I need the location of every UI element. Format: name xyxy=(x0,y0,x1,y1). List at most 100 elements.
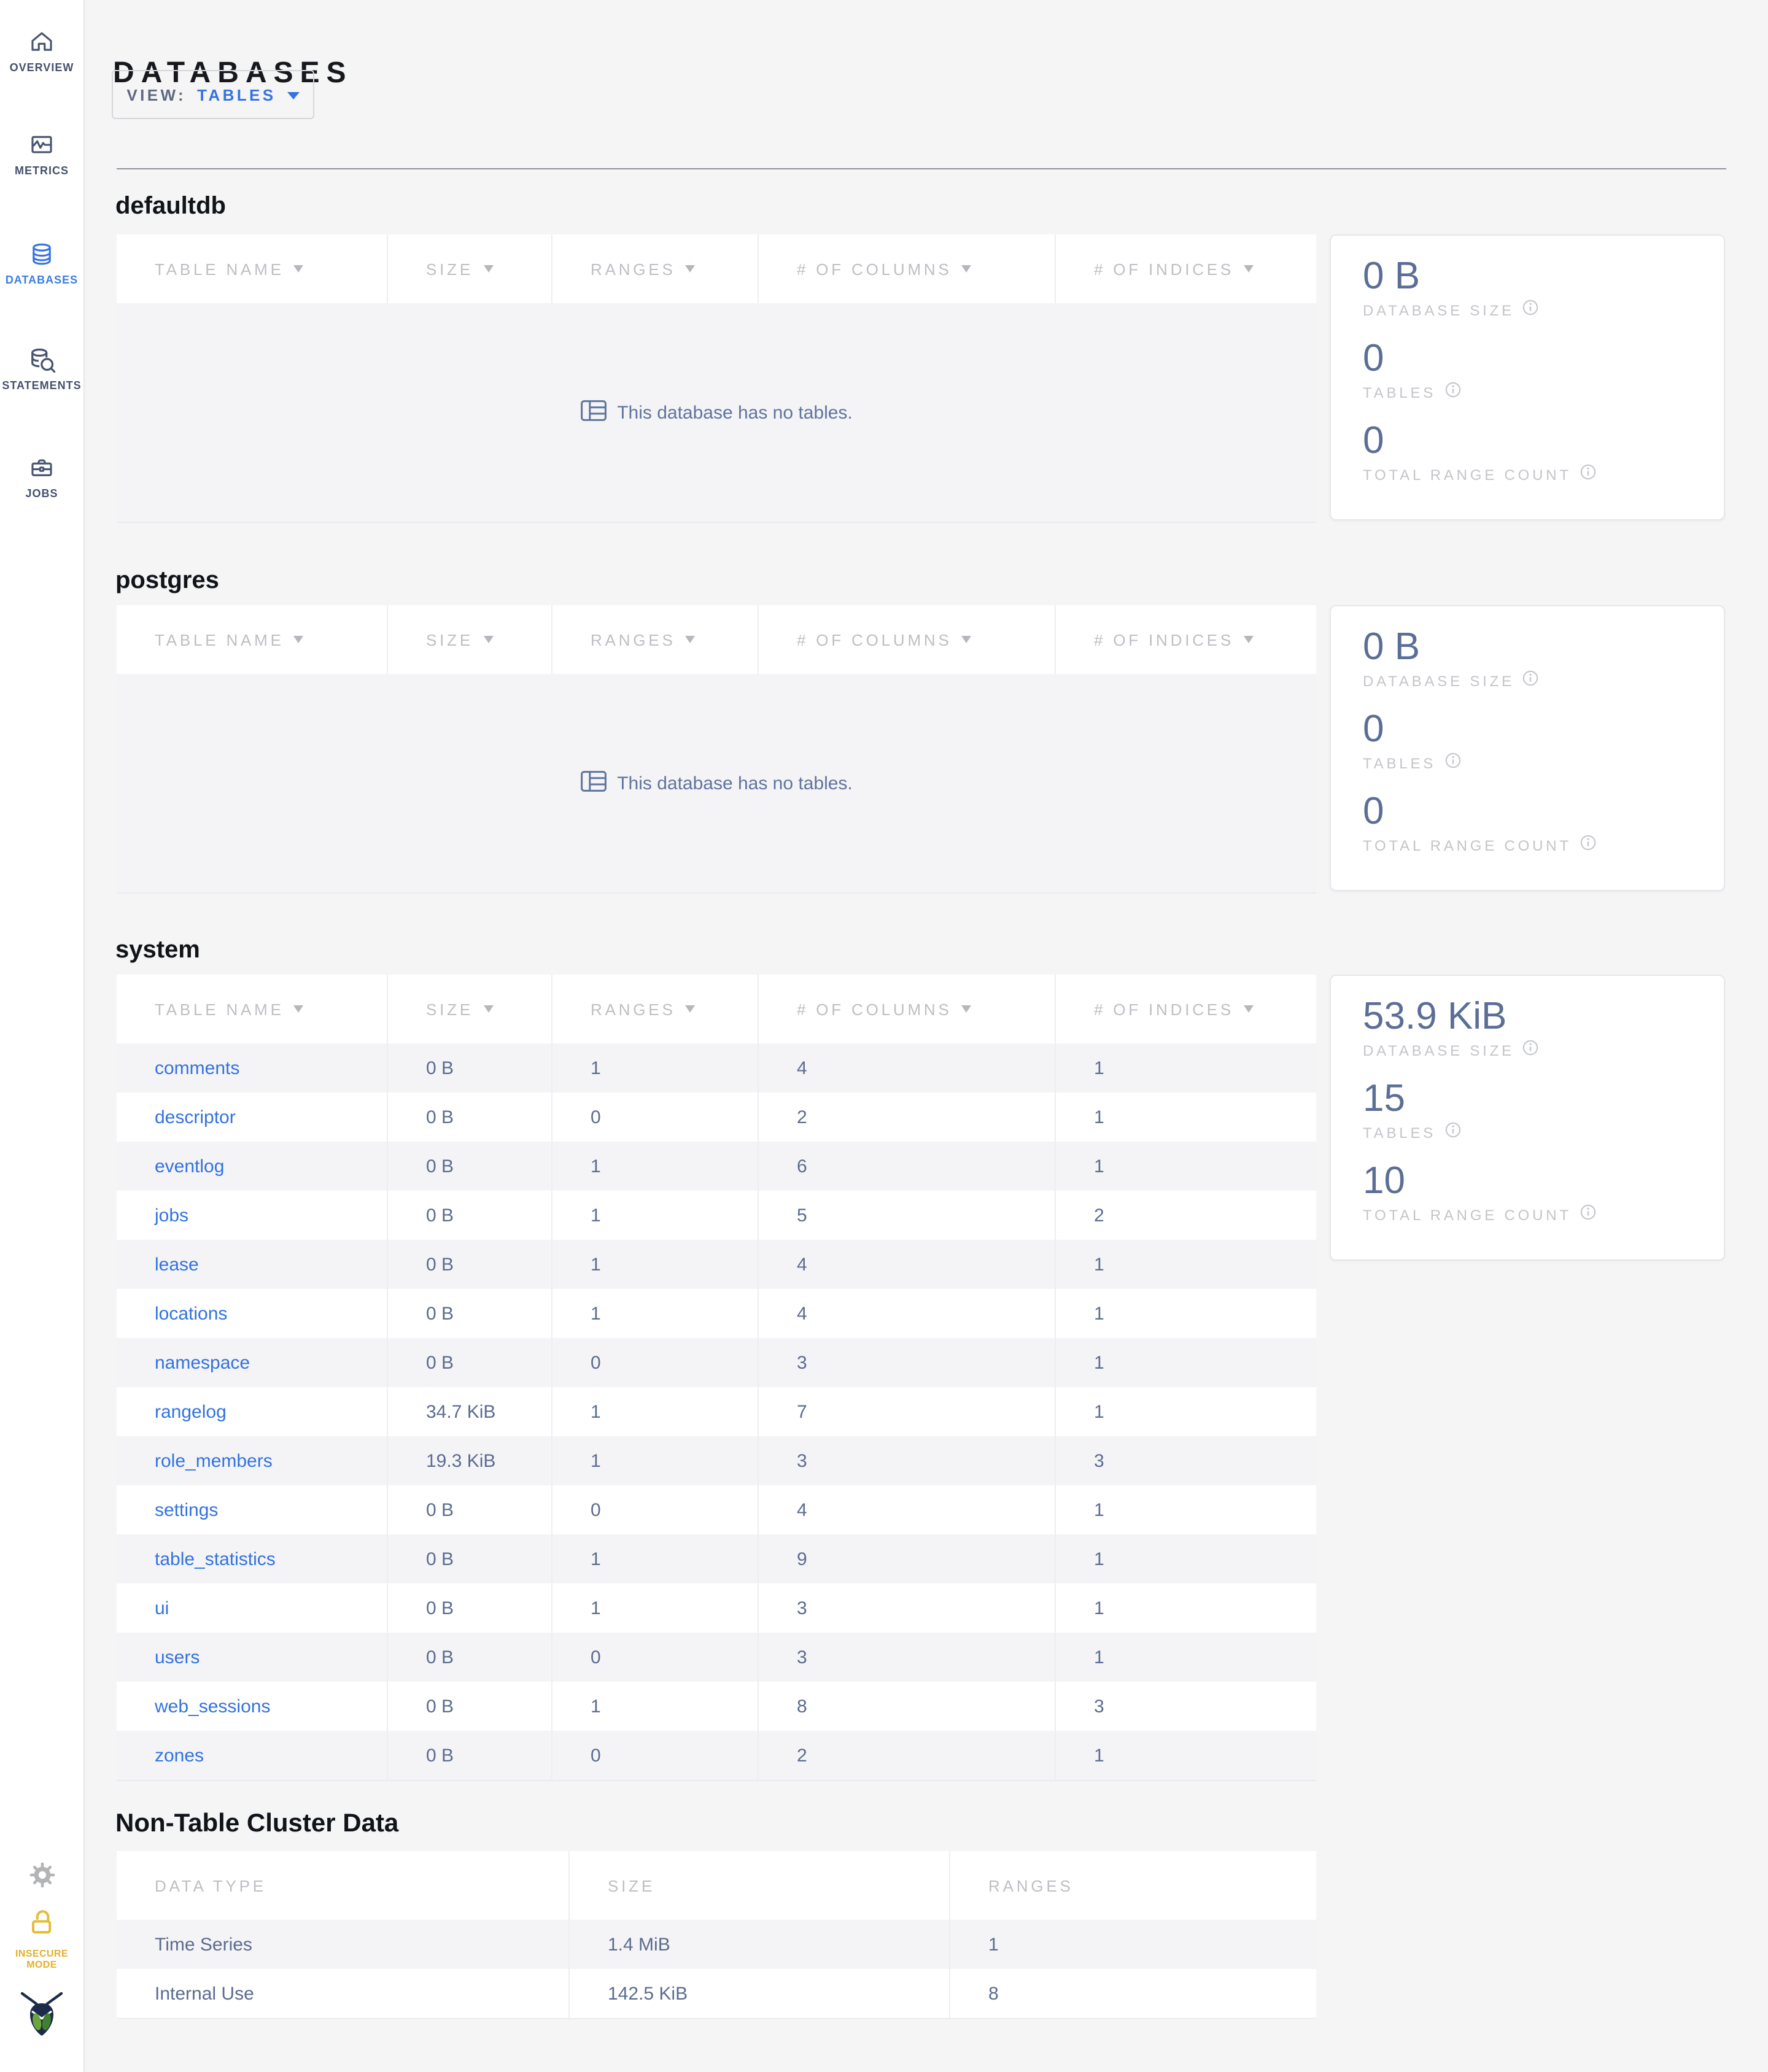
table-name-link[interactable]: comments xyxy=(155,1057,239,1078)
cell-of-columns: 3 xyxy=(758,1583,1055,1633)
table-name-link[interactable]: settings xyxy=(155,1499,218,1520)
column-header-size[interactable]: SIZE xyxy=(387,234,551,303)
cell-table-name: settings xyxy=(117,1485,387,1534)
metrics-icon xyxy=(28,130,55,160)
stat-value: 0 xyxy=(1363,336,1384,379)
info-icon[interactable] xyxy=(1444,382,1460,403)
non-table-cluster-table: DATA TYPE SIZE RANGES Time Series 1.4 MiB 1 In… xyxy=(117,1851,1316,2019)
table-name-link[interactable]: web_sessions xyxy=(155,1696,270,1717)
stat-label-text: TABLES xyxy=(1363,384,1436,401)
cell-ranges: 1 xyxy=(551,1583,758,1633)
cell-of-columns: 4 xyxy=(758,1289,1055,1338)
stat-label: DATABASE SIZE xyxy=(1363,1040,1692,1061)
column-header-label: # OF INDICES xyxy=(1094,1000,1235,1018)
cell-of-indices: 1 xyxy=(1055,1633,1316,1682)
cell-table-name: web_sessions xyxy=(117,1682,387,1731)
column-header-of-columns[interactable]: # OF COLUMNS xyxy=(758,975,1055,1043)
sidebar-item-statements[interactable]: STATEMENTS xyxy=(0,345,83,392)
table-name-link[interactable]: table_statistics xyxy=(155,1548,276,1569)
table-name-link[interactable]: descriptor xyxy=(155,1107,236,1127)
table-name-link[interactable]: users xyxy=(155,1647,200,1668)
column-header-table-name[interactable]: TABLE NAME xyxy=(117,975,387,1043)
sidebar-item-label: JOBS xyxy=(25,487,58,500)
sort-caret-icon xyxy=(961,1005,972,1013)
column-header-size[interactable]: SIZE xyxy=(387,605,551,674)
insecure-mode-lock-icon[interactable] xyxy=(0,1908,83,1937)
stat-label: TABLES xyxy=(1363,1122,1692,1143)
cell-ranges: 1 xyxy=(551,1289,758,1338)
table-name-link[interactable]: eventlog xyxy=(155,1156,224,1177)
info-icon[interactable] xyxy=(1580,1204,1596,1225)
column-header-label: # OF COLUMNS xyxy=(797,260,952,278)
info-icon[interactable] xyxy=(1444,1122,1460,1143)
empty-state-message: This database has no tables. xyxy=(617,773,853,794)
column-header-of-indices[interactable]: # OF INDICES xyxy=(1055,234,1316,303)
info-icon[interactable] xyxy=(1444,752,1460,773)
info-icon[interactable] xyxy=(1523,1040,1539,1061)
cell-data-type: Internal Use xyxy=(155,1983,254,2004)
column-header-table-name[interactable]: TABLE NAME xyxy=(117,605,387,674)
cell-of-indices: 1 xyxy=(1055,1485,1316,1534)
table-name-link[interactable]: zones xyxy=(155,1745,204,1766)
sidebar-item-overview[interactable]: OVERVIEW xyxy=(0,27,83,74)
stat-value: 0 B xyxy=(1363,625,1421,668)
table-name-link[interactable]: rangelog xyxy=(155,1401,227,1422)
stat-label: TOTAL RANGE COUNT xyxy=(1363,835,1692,856)
table-row: role_members 19.3 KiB 1 3 3 xyxy=(117,1436,1316,1485)
cell-size: 34.7 KiB xyxy=(387,1387,551,1436)
cell-size: 0 B xyxy=(387,1731,551,1780)
cell-of-indices: 1 xyxy=(1055,1240,1316,1289)
column-header-ranges[interactable]: RANGES xyxy=(551,234,758,303)
sidebar-item-metrics[interactable]: METRICS xyxy=(0,130,83,177)
jobs-icon xyxy=(28,453,55,482)
stat-total-range-count: 0 TOTAL RANGE COUNT xyxy=(1363,419,1692,485)
cell-of-columns: 7 xyxy=(758,1387,1055,1436)
table-name-link[interactable]: locations xyxy=(155,1303,227,1324)
table-name-link[interactable]: namespace xyxy=(155,1352,250,1373)
column-header-label: TABLE NAME xyxy=(155,260,284,278)
info-icon[interactable] xyxy=(1580,464,1596,485)
table-row: locations 0 B141 xyxy=(117,1289,1316,1338)
table-row: lease 0 B141 xyxy=(117,1240,1316,1289)
cell-size: 0 B xyxy=(387,1682,551,1731)
stat-label: TOTAL RANGE COUNT xyxy=(1363,1204,1692,1225)
table-name-link[interactable]: lease xyxy=(155,1254,199,1275)
sort-caret-icon xyxy=(293,265,304,273)
sidebar-item-jobs[interactable]: JOBS xyxy=(0,453,83,500)
cell-size: 0 B xyxy=(387,1633,551,1682)
column-header-size[interactable]: SIZE xyxy=(387,975,551,1043)
column-header-of-indices[interactable]: # OF INDICES xyxy=(1055,605,1316,674)
view-dropdown-value: TABLES xyxy=(197,85,276,104)
column-header-ranges[interactable]: RANGES xyxy=(551,975,758,1043)
table-row: descriptor 0 B021 xyxy=(117,1092,1316,1142)
table-name-link[interactable]: role_members xyxy=(155,1450,273,1471)
column-header-table-name[interactable]: TABLE NAME xyxy=(117,234,387,303)
info-icon[interactable] xyxy=(1580,835,1596,856)
column-header-label: # OF COLUMNS xyxy=(797,1000,952,1018)
table-name-link[interactable]: ui xyxy=(155,1598,169,1618)
stat-value: 0 xyxy=(1363,707,1384,750)
column-header-of-columns[interactable]: # OF COLUMNS xyxy=(758,605,1055,674)
cell-of-indices: 1 xyxy=(1055,1092,1316,1142)
sidebar: OVERVIEW METRICS DATABASES STATEMENTS JOBS xyxy=(0,0,85,2072)
column-header-of-columns[interactable]: # OF COLUMNS xyxy=(758,234,1055,303)
cell-ranges: 0 xyxy=(551,1485,758,1534)
stat-label-text: DATABASE SIZE xyxy=(1363,1042,1514,1059)
column-header-ranges[interactable]: RANGES xyxy=(551,605,758,674)
cell-of-indices: 3 xyxy=(1055,1682,1316,1731)
view-dropdown-label: VIEW: xyxy=(126,85,187,104)
sidebar-item-databases[interactable]: DATABASES xyxy=(0,239,83,286)
settings-gear-icon[interactable] xyxy=(0,1861,83,1889)
info-icon[interactable] xyxy=(1523,670,1539,691)
column-header-of-indices[interactable]: # OF INDICES xyxy=(1055,975,1316,1043)
cell-size: 0 B xyxy=(387,1240,551,1289)
stat-label: TABLES xyxy=(1363,382,1692,403)
databases-icon xyxy=(28,239,55,269)
cell-ranges: 1 xyxy=(551,1534,758,1583)
info-icon[interactable] xyxy=(1523,300,1539,320)
cell-size: 19.3 KiB xyxy=(387,1436,551,1485)
cell-of-indices: 1 xyxy=(1055,1289,1316,1338)
stat-database-size: 53.9 KiB DATABASE SIZE xyxy=(1363,995,1692,1061)
table-name-link[interactable]: jobs xyxy=(155,1205,188,1226)
view-mode-dropdown[interactable]: VIEW: TABLES xyxy=(112,70,314,119)
